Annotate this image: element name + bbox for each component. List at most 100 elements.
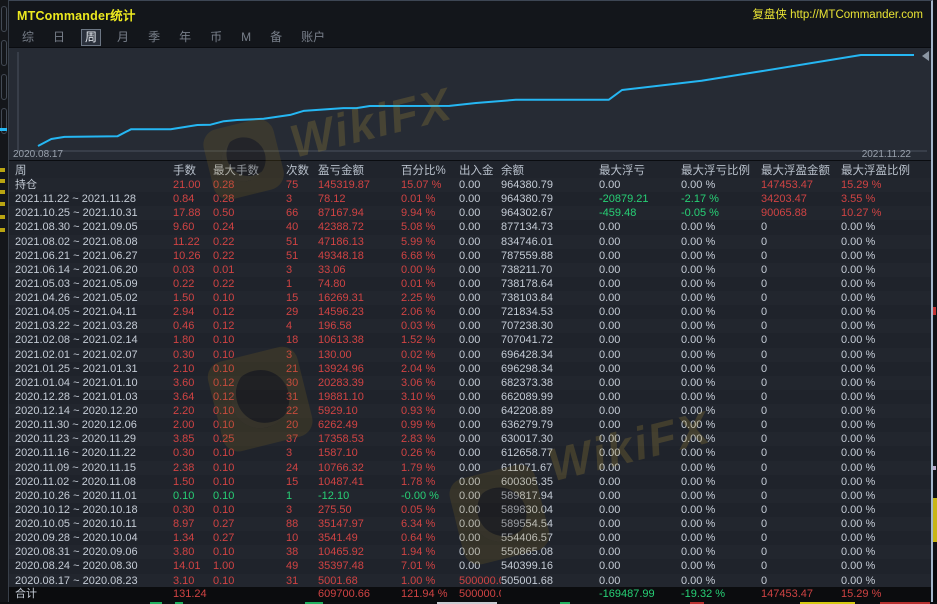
value-cell: 642208.89 — [501, 404, 599, 418]
value-cell: 0.00 % — [841, 432, 931, 446]
value-cell: 15.29 % — [841, 178, 931, 192]
screen: { "window": { "title": "MTCommander统计", … — [0, 0, 937, 604]
value-cell: 0.00 — [459, 319, 501, 333]
table-row[interactable]: 2020.10.26 ~ 2020.11.010.100.101-12.10-0… — [9, 489, 931, 503]
value-cell: 31 — [286, 390, 318, 404]
column-header[interactable]: 手数 — [173, 162, 213, 178]
value-cell: 196.58 — [318, 319, 401, 333]
table-row[interactable]: 2021.01.04 ~ 2021.01.103.600.123020283.3… — [9, 376, 931, 390]
table-row[interactable]: 2020.11.30 ~ 2020.12.062.000.10206262.49… — [9, 418, 931, 432]
period-cell: 2021.04.26 ~ 2021.05.02 — [15, 291, 173, 305]
table-total-row[interactable]: 合计131.24609700.66121.94 %500000.00-16948… — [9, 587, 931, 602]
value-cell: 35397.48 — [318, 559, 401, 573]
table-row[interactable]: 2021.04.26 ~ 2021.05.021.500.101516269.3… — [9, 291, 931, 305]
period-cell: 持仓 — [15, 178, 173, 192]
column-header[interactable]: 最大浮亏 — [599, 162, 681, 178]
value-cell: 30 — [286, 376, 318, 390]
value-cell: 682373.38 — [501, 376, 599, 390]
table-row[interactable]: 2020.09.28 ~ 2020.10.041.340.27103541.49… — [9, 531, 931, 545]
table-row[interactable]: 2020.12.28 ~ 2021.01.033.640.123119881.1… — [9, 390, 931, 404]
menu-tab-bi[interactable]: 币 — [207, 30, 225, 45]
column-header[interactable]: 次数 — [286, 162, 318, 178]
menu-tab-zhou[interactable]: 周 — [81, 29, 101, 46]
table-row[interactable]: 2020.11.02 ~ 2020.11.081.500.101510487.4… — [9, 475, 931, 489]
menu-tab-ri[interactable]: 日 — [50, 30, 68, 45]
table-row[interactable]: 2021.10.25 ~ 2021.10.3117.880.506687167.… — [9, 206, 931, 220]
value-cell: 834746.01 — [501, 235, 599, 249]
table-row[interactable]: 2020.11.09 ~ 2020.11.152.380.102410766.3… — [9, 461, 931, 475]
value-cell: 87167.94 — [318, 206, 401, 220]
value-cell: 0.03 % — [401, 319, 459, 333]
table-row[interactable]: 2020.11.23 ~ 2020.11.293.850.253717358.5… — [9, 432, 931, 446]
menu-tab-zhanghu[interactable]: 账户 — [298, 30, 328, 45]
column-header[interactable]: 最大手数 — [213, 162, 286, 178]
menu-tab-zong[interactable]: 综 — [19, 30, 37, 45]
table-row[interactable]: 2020.08.31 ~ 2020.09.063.800.103810465.9… — [9, 545, 931, 559]
value-cell: 14596.23 — [318, 305, 401, 319]
table-row[interactable]: 持仓21.000.2875145319.8715.07 %0.00964380.… — [9, 178, 931, 192]
value-cell: -459.48 — [599, 206, 681, 220]
value-cell: 1.50 — [173, 475, 213, 489]
table-row[interactable]: 2020.11.16 ~ 2020.11.220.300.1031587.100… — [9, 446, 931, 460]
value-cell: 131.24 — [173, 587, 213, 602]
table-row[interactable]: 2021.05.03 ~ 2021.05.090.220.22174.800.0… — [9, 277, 931, 291]
value-cell: 0.84 — [173, 192, 213, 206]
column-header[interactable]: 周 — [15, 162, 173, 178]
value-cell: 2.20 — [173, 404, 213, 418]
table-row[interactable]: 2021.11.22 ~ 2021.11.280.840.28378.120.0… — [9, 192, 931, 206]
column-header[interactable]: 余额 — [501, 162, 599, 178]
value-cell: 0.93 % — [401, 404, 459, 418]
value-cell: 0.00 % — [841, 503, 931, 517]
table-footer: 合计131.24609700.66121.94 %500000.00-16948… — [9, 587, 931, 602]
column-header[interactable]: 最大浮盈金额 — [761, 162, 841, 178]
value-cell: 0.00 % — [681, 376, 761, 390]
column-header[interactable]: 最大浮盈比例 — [841, 162, 931, 178]
table-row[interactable]: 2021.02.08 ~ 2021.02.141.800.101810613.3… — [9, 333, 931, 347]
table-row[interactable]: 2021.06.14 ~ 2021.06.200.030.01333.060.0… — [9, 263, 931, 277]
period-cell: 2020.08.31 ~ 2020.09.06 — [15, 545, 173, 559]
value-cell: 0.00 — [599, 263, 681, 277]
value-cell: 0.00 — [599, 235, 681, 249]
value-cell — [501, 587, 599, 602]
value-cell: 0 — [761, 517, 841, 531]
menu-tab-m[interactable]: M — [238, 30, 254, 45]
table-row[interactable]: 2020.10.05 ~ 2020.10.118.970.278835147.9… — [9, 517, 931, 531]
value-cell: 0.30 — [173, 503, 213, 517]
column-header[interactable]: 出入金 — [459, 162, 501, 178]
table-row[interactable]: 2021.04.05 ~ 2021.04.112.940.122914596.2… — [9, 305, 931, 319]
table-row[interactable]: 2021.08.30 ~ 2021.09.059.600.244042388.7… — [9, 220, 931, 234]
table-row[interactable]: 2021.08.02 ~ 2021.08.0811.220.225147186.… — [9, 235, 931, 249]
menu-tab-bei[interactable]: 备 — [267, 30, 285, 45]
menu-tab-ji[interactable]: 季 — [145, 30, 163, 45]
period-cell: 2020.11.30 ~ 2020.12.06 — [15, 418, 173, 432]
table-row[interactable]: 2020.08.24 ~ 2020.08.3014.011.004935397.… — [9, 559, 931, 573]
column-header[interactable]: 最大浮亏比例 — [681, 162, 761, 178]
table-row[interactable]: 2021.01.25 ~ 2021.01.312.100.102113924.9… — [9, 362, 931, 376]
value-cell: 10 — [286, 531, 318, 545]
table-row[interactable]: 2021.02.01 ~ 2021.02.070.300.103130.000.… — [9, 348, 931, 362]
brand-link[interactable]: 复盘侠 http://MTCommander.com — [752, 6, 923, 22]
table-row[interactable]: 2021.03.22 ~ 2021.03.280.460.124196.580.… — [9, 319, 931, 333]
value-cell: 147453.47 — [761, 178, 841, 192]
value-cell: 0.22 — [173, 277, 213, 291]
value-cell: 34203.47 — [761, 192, 841, 206]
value-cell: 0 — [761, 531, 841, 545]
value-cell: 0.00 — [599, 475, 681, 489]
value-cell: 0.28 — [213, 192, 286, 206]
value-cell: 0.26 % — [401, 446, 459, 460]
period-cell: 2020.11.16 ~ 2020.11.22 — [15, 446, 173, 460]
value-cell: 0.00 % — [841, 404, 931, 418]
value-cell: 0.00 — [459, 503, 501, 517]
column-header[interactable]: 盈亏金额 — [318, 162, 401, 178]
period-cell: 2020.11.09 ~ 2020.11.15 — [15, 461, 173, 475]
menu-tab-nian[interactable]: 年 — [176, 30, 194, 45]
value-cell: 0.00 — [599, 305, 681, 319]
table-row[interactable]: 2021.06.21 ~ 2021.06.2710.260.225149348.… — [9, 249, 931, 263]
chart-scroll-arrow-icon[interactable] — [922, 51, 929, 61]
table-row[interactable]: 2020.10.12 ~ 2020.10.180.300.103275.500.… — [9, 503, 931, 517]
table-row[interactable]: 2020.08.17 ~ 2020.08.233.100.10315001.68… — [9, 574, 931, 588]
column-header[interactable]: 百分比% — [401, 162, 459, 178]
menu-tab-yue[interactable]: 月 — [114, 30, 132, 45]
value-cell: 0.00 — [599, 418, 681, 432]
table-row[interactable]: 2020.12.14 ~ 2020.12.202.200.10225929.10… — [9, 404, 931, 418]
